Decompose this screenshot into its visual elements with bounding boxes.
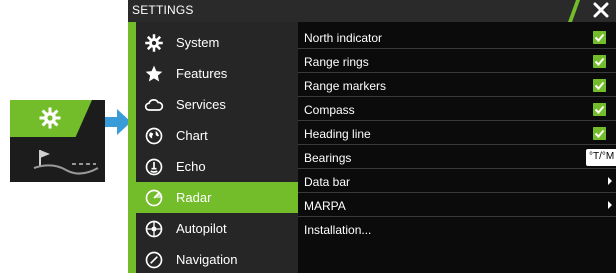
gear-icon	[39, 107, 61, 129]
submenu-arrow-icon	[608, 177, 612, 185]
window-title: SETTINGS	[132, 3, 194, 17]
checkbox-checked-icon[interactable]	[593, 79, 606, 92]
setting-label: Range rings	[304, 55, 369, 69]
sidebar-item-label: Navigation	[176, 252, 238, 267]
sidebar-item-label: Echo	[176, 159, 206, 174]
star-icon	[145, 65, 163, 82]
cloud-icon	[144, 99, 164, 111]
setting-label: Range markers	[304, 79, 387, 93]
setting-label: Data bar	[304, 175, 351, 189]
setting-row-heading-line[interactable]: Heading line	[298, 122, 616, 145]
setting-label: Compass	[304, 103, 355, 117]
sidebar-item-label: System	[176, 35, 220, 50]
setting-row-marpa[interactable]: MARPA	[298, 194, 616, 217]
sidebar-item-label: Features	[176, 66, 228, 81]
checkbox-checked-icon[interactable]	[593, 127, 606, 140]
setting-label: Bearings	[304, 151, 352, 165]
sidebar-item-label: Autopilot	[176, 221, 227, 236]
setting-row-bearings[interactable]: Bearings °T/°M -	[298, 146, 616, 169]
checkbox-checked-icon[interactable]	[593, 103, 606, 116]
setting-row-north-indicator[interactable]: North indicator	[298, 26, 616, 49]
sidebar-item-services[interactable]: Services	[136, 89, 298, 120]
settings-thumbnail	[10, 100, 105, 182]
sidebar-item-radar[interactable]: Radar	[136, 182, 298, 213]
sidebar-item-label: Services	[176, 97, 226, 112]
compass-icon	[145, 251, 163, 269]
setting-label: Installation...	[304, 223, 372, 237]
setting-row-range-markers[interactable]: Range markers	[298, 74, 616, 97]
setting-row-range-rings[interactable]: Range rings	[298, 50, 616, 73]
sidebar-item-echo[interactable]: Echo	[136, 151, 298, 182]
gear-icon	[145, 34, 163, 52]
setting-row-compass[interactable]: Compass	[298, 98, 616, 121]
setting-row-installation[interactable]: Installation...	[298, 218, 616, 241]
titlebar: SETTINGS	[128, 0, 616, 22]
sidebar-item-autopilot[interactable]: Autopilot	[136, 213, 298, 244]
sidebar-item-label: Chart	[176, 128, 208, 143]
checkbox-checked-icon[interactable]	[593, 31, 606, 44]
setting-label: North indicator	[304, 31, 383, 45]
radar-icon	[145, 189, 163, 207]
radar-settings-list: North indicator Range rings Range marker…	[298, 22, 616, 273]
settings-sidebar: System Features Services Chart Echo Rada…	[128, 22, 298, 273]
sidebar-item-features[interactable]: Features	[136, 58, 298, 89]
setting-label: MARPA	[304, 199, 346, 213]
bearings-select[interactable]: °T/°M -	[586, 149, 616, 166]
sidebar-item-system[interactable]: System	[136, 27, 298, 58]
checkbox-checked-icon[interactable]	[593, 55, 606, 68]
sidebar-accent-bar	[128, 22, 136, 273]
settings-window: SETTINGS System Features Services Chart …	[128, 0, 616, 273]
sidebar-item-label: Radar	[176, 190, 212, 205]
sidebar-item-navigation[interactable]: Navigation	[136, 244, 298, 275]
echo-icon	[145, 158, 163, 176]
sidebar-item-chart[interactable]: Chart	[136, 120, 298, 151]
autopilot-icon	[145, 220, 163, 238]
setting-row-data-bar[interactable]: Data bar	[298, 170, 616, 193]
globe-icon	[145, 127, 163, 145]
chart-icon	[33, 150, 99, 175]
close-icon[interactable]	[592, 1, 610, 19]
close-button[interactable]	[568, 0, 616, 22]
submenu-arrow-icon	[608, 201, 612, 209]
setting-label: Heading line	[304, 127, 371, 141]
